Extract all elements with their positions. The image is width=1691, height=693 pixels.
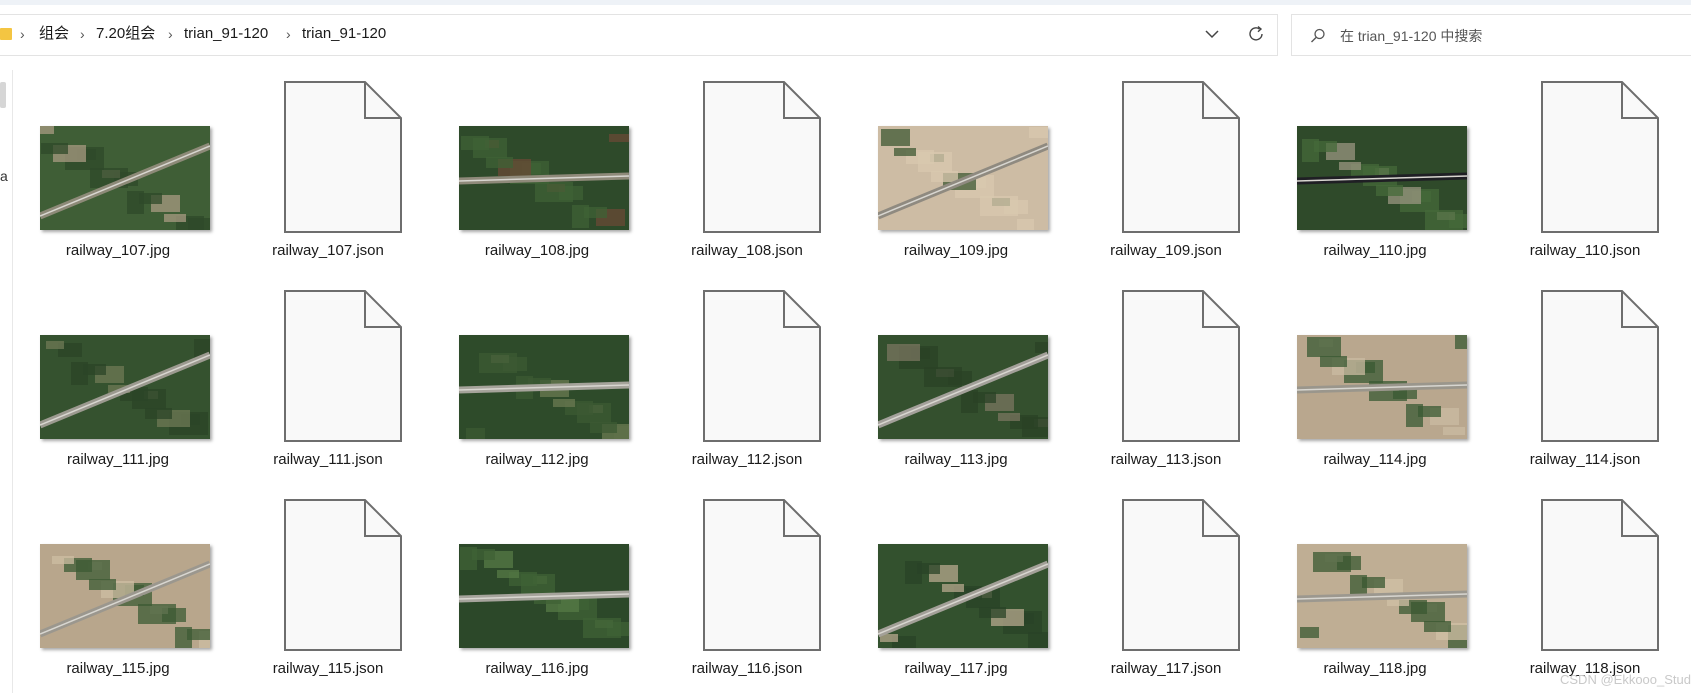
file-item-json[interactable]: railway_117.json	[1071, 488, 1261, 688]
file-item-image[interactable]: railway_107.jpg	[23, 70, 213, 270]
file-item-json[interactable]: railway_118.json	[1490, 488, 1680, 688]
file-name-label: railway_116.json	[691, 660, 803, 677]
file-name-label: railway_114.jpg	[1323, 451, 1427, 468]
image-thumbnail	[459, 335, 629, 439]
file-item-image[interactable]: railway_116.jpg	[442, 488, 632, 688]
file-item-image[interactable]: railway_114.jpg	[1280, 279, 1470, 479]
file-name-label: railway_113.json	[1110, 451, 1222, 468]
file-item-json[interactable]: railway_110.json	[1490, 70, 1680, 270]
file-name-label: railway_110.jpg	[1323, 242, 1427, 259]
file-name-label: railway_116.jpg	[485, 660, 589, 677]
file-name-label: railway_115.json	[272, 660, 384, 677]
file-name-label: railway_111.jpg	[66, 451, 169, 468]
image-thumbnail	[40, 544, 210, 648]
file-item-image[interactable]: railway_117.jpg	[861, 488, 1051, 688]
navigation-selection-marker	[0, 82, 6, 108]
file-name-label: railway_108.json	[691, 242, 803, 259]
file-name-label: railway_110.json	[1529, 242, 1641, 259]
file-item-json[interactable]: railway_114.json	[1490, 279, 1680, 479]
file-item-image[interactable]: railway_110.jpg	[1280, 70, 1470, 270]
file-name-label: railway_111.json	[273, 451, 383, 468]
search-placeholder: 在 trian_91-120 中搜索	[1340, 28, 1483, 44]
json-file-icon	[1122, 499, 1240, 651]
file-name-label: railway_112.json	[691, 451, 803, 468]
breadcrumb-separator: ›	[80, 26, 85, 42]
breadcrumb-item-3[interactable]: trian_91-120	[184, 24, 268, 44]
breadcrumb-separator: ›	[168, 26, 173, 42]
json-file-icon	[1541, 499, 1659, 651]
json-file-icon	[284, 290, 402, 442]
search-icon	[1311, 28, 1325, 43]
file-item-image[interactable]: railway_111.jpg	[23, 279, 213, 479]
file-name-label: railway_118.jpg	[1323, 660, 1427, 677]
file-item-image[interactable]: railway_118.jpg	[1280, 488, 1470, 688]
json-file-icon	[703, 290, 821, 442]
watermark: CSDN @Ekkooo_Studio	[1560, 672, 1691, 687]
refresh-icon[interactable]	[1246, 24, 1266, 44]
file-name-label: railway_108.jpg	[484, 242, 590, 259]
file-name-label: railway_107.jpg	[65, 242, 171, 259]
json-file-icon	[703, 499, 821, 651]
navigation-partial-label: a	[0, 168, 8, 184]
image-thumbnail	[40, 126, 210, 230]
file-item-json[interactable]: railway_113.json	[1071, 279, 1261, 479]
file-name-label: railway_115.jpg	[66, 660, 170, 677]
image-thumbnail	[878, 544, 1048, 648]
image-thumbnail	[878, 335, 1048, 439]
image-thumbnail	[1297, 335, 1467, 439]
json-file-icon	[1122, 81, 1240, 233]
json-file-icon	[1541, 290, 1659, 442]
breadcrumb-item-4[interactable]: trian_91-120	[302, 24, 386, 44]
file-name-label: railway_117.json	[1110, 660, 1222, 677]
file-name-label: railway_109.jpg	[903, 242, 1009, 259]
file-item-image[interactable]: railway_115.jpg	[23, 488, 213, 688]
image-thumbnail	[40, 335, 210, 439]
file-name-label: railway_113.jpg	[904, 451, 1008, 468]
json-file-icon	[284, 499, 402, 651]
image-thumbnail	[1297, 126, 1467, 230]
image-thumbnail	[459, 544, 629, 648]
file-item-json[interactable]: railway_109.json	[1071, 70, 1261, 270]
file-item-image[interactable]: railway_108.jpg	[442, 70, 632, 270]
file-item-json[interactable]: railway_107.json	[233, 70, 423, 270]
json-file-icon	[284, 81, 402, 233]
file-item-json[interactable]: railway_112.json	[652, 279, 842, 479]
image-thumbnail	[878, 126, 1048, 230]
window-top-strip	[0, 0, 1691, 5]
file-name-label: railway_112.jpg	[485, 451, 589, 468]
file-name-label: railway_117.jpg	[904, 660, 1008, 677]
folder-icon	[0, 28, 12, 40]
json-file-icon	[1122, 290, 1240, 442]
file-item-image[interactable]: railway_109.jpg	[861, 70, 1051, 270]
breadcrumb-separator: ›	[286, 26, 291, 42]
json-file-icon	[703, 81, 821, 233]
file-item-json[interactable]: railway_108.json	[652, 70, 842, 270]
image-thumbnail	[1297, 544, 1467, 648]
navigation-pane[interactable]	[0, 70, 13, 693]
file-item-image[interactable]: railway_112.jpg	[442, 279, 632, 479]
image-thumbnail	[459, 126, 629, 230]
file-item-json[interactable]: railway_111.json	[233, 279, 423, 479]
file-name-label: railway_114.json	[1529, 451, 1641, 468]
file-item-image[interactable]: railway_113.jpg	[861, 279, 1051, 479]
file-name-label: railway_109.json	[1110, 242, 1222, 259]
file-name-label: railway_107.json	[272, 242, 384, 259]
breadcrumb-separator: ›	[20, 26, 25, 42]
file-item-json[interactable]: railway_115.json	[233, 488, 423, 688]
file-item-json[interactable]: railway_116.json	[652, 488, 842, 688]
json-file-icon	[1541, 81, 1659, 233]
chevron-down-icon[interactable]	[1203, 27, 1221, 41]
breadcrumb-item-1[interactable]: 组会	[39, 24, 69, 44]
breadcrumb-item-2[interactable]: 7.20组会	[96, 24, 155, 44]
